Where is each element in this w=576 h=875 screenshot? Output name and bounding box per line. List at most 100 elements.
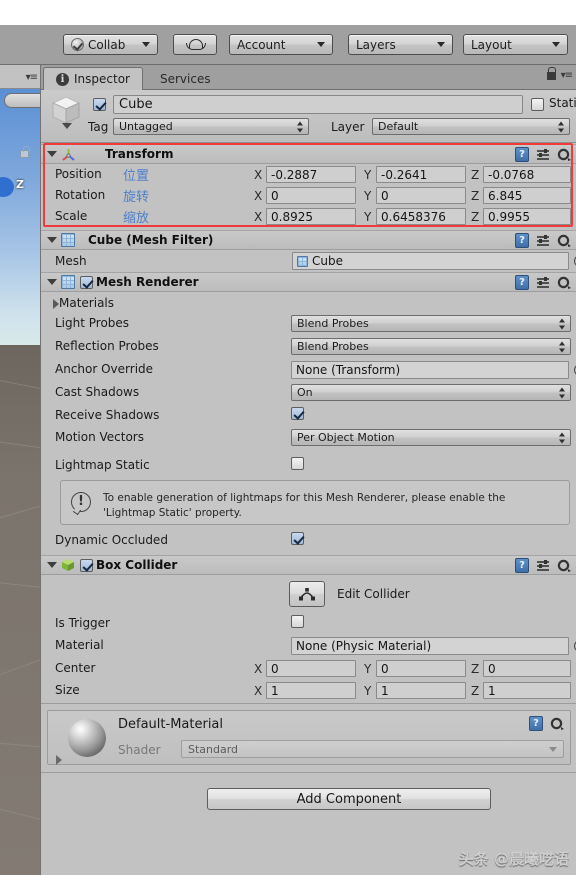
position-y-input[interactable]: -0.2641 — [376, 166, 466, 183]
box-collider-enabled-checkbox[interactable] — [80, 558, 93, 572]
preset-icon[interactable] — [536, 559, 550, 573]
gameobject-name-input[interactable]: Cube — [113, 95, 523, 114]
rotation-y-input[interactable]: 0 — [376, 187, 466, 204]
gameobject-name-value: Cube — [119, 97, 153, 112]
dynamic-occluded-row: Dynamic Occluded — [41, 530, 576, 552]
layout-label: Layout — [471, 37, 512, 52]
layer-dropdown[interactable]: Default — [372, 118, 570, 135]
size-x-input[interactable]: 1 — [266, 682, 356, 699]
collider-size-row: Size X 1 Y 1 Z 1 — [41, 680, 576, 702]
mesh-object-field[interactable]: Cube — [292, 252, 569, 270]
position-x-input[interactable]: -0.2887 — [266, 166, 356, 183]
lock-icon[interactable] — [546, 66, 557, 80]
scale-x-input[interactable]: 0.8925 — [266, 208, 356, 225]
cloud-icon — [186, 39, 206, 50]
collab-button[interactable]: Collab — [63, 34, 158, 55]
scene-toolbar-pill[interactable] — [4, 93, 40, 108]
chevron-down-icon[interactable] — [62, 123, 72, 129]
unity-toolbar: Collab Account Layers Layout — [0, 25, 576, 65]
preset-icon[interactable] — [536, 276, 550, 290]
account-button[interactable]: Account — [229, 34, 333, 55]
updown-arrows-icon — [559, 387, 566, 398]
layers-button[interactable]: Layers — [348, 34, 453, 55]
preset-icon[interactable] — [536, 234, 550, 248]
dynamic-occluded-checkbox[interactable] — [291, 532, 304, 545]
cast-shadows-dropdown[interactable]: On — [291, 384, 571, 401]
tab-inspector[interactable]: i Inspector — [43, 67, 143, 90]
help-icon[interactable]: ? — [529, 716, 543, 731]
cast-shadows-value: On — [297, 386, 313, 399]
rotation-z-input[interactable]: 6.845 — [483, 187, 571, 204]
box-collider-component-header[interactable]: Box Collider ? — [41, 555, 576, 575]
size-z-input[interactable]: 1 — [483, 682, 571, 699]
position-label-zh: 位置 — [123, 169, 150, 184]
help-icon[interactable]: ? — [515, 275, 529, 290]
layout-button[interactable]: Layout — [463, 34, 568, 55]
axis-z-label: Z — [471, 684, 480, 698]
help-icon[interactable]: ? — [515, 233, 529, 248]
axis-x-label: X — [254, 168, 263, 182]
help-icon[interactable]: ? — [515, 147, 529, 162]
gear-icon[interactable] — [557, 276, 571, 290]
edit-collider-label: Edit Collider — [337, 587, 410, 601]
foldout-arrow-icon[interactable] — [47, 237, 57, 243]
cast-shadows-label: Cast Shadows — [55, 385, 140, 399]
axis-y-label: Y — [364, 210, 372, 224]
mesh-renderer-enabled-checkbox[interactable] — [80, 275, 93, 289]
gear-icon[interactable] — [557, 559, 571, 573]
transform-component-header[interactable]: Transform ? — [41, 144, 576, 164]
light-probes-dropdown[interactable]: Blend Probes — [291, 315, 571, 332]
scene-view-sliver[interactable]: ▾≡ Z — [0, 65, 40, 875]
collider-center-row: Center X 0 Y 0 Z 0 — [41, 658, 576, 680]
gameobject-enabled-checkbox[interactable] — [93, 98, 106, 111]
scale-y-input[interactable]: 0.6458376 — [376, 208, 466, 225]
scale-z-input[interactable]: 0.9955 — [483, 208, 571, 225]
rotation-label-zh: 旋转 — [123, 190, 150, 205]
receive-shadows-checkbox[interactable] — [291, 407, 304, 420]
preset-icon[interactable] — [536, 148, 550, 162]
materials-row[interactable]: Materials — [41, 293, 576, 315]
position-z-input[interactable]: -0.0768 — [483, 166, 571, 183]
physic-material-value: None (Physic Material) — [296, 639, 432, 653]
gear-icon[interactable] — [550, 717, 564, 731]
rotation-x-input[interactable]: 0 — [266, 187, 356, 204]
inspector-tabbar-actions: ▾≡ — [546, 66, 573, 81]
center-z-value: 0 — [488, 661, 496, 676]
physic-material-object-field[interactable]: None (Physic Material) — [291, 637, 569, 655]
mesh-filter-component-header[interactable]: Cube (Mesh Filter) ? — [41, 230, 576, 250]
edit-collider-button[interactable] — [289, 581, 325, 607]
is-trigger-checkbox[interactable] — [291, 615, 304, 628]
size-y-input[interactable]: 1 — [376, 682, 466, 699]
tag-dropdown[interactable]: Untagged — [113, 118, 309, 135]
foldout-arrow-icon[interactable] — [56, 755, 62, 765]
center-x-input[interactable]: 0 — [266, 660, 356, 677]
static-checkbox[interactable] — [531, 98, 544, 111]
foldout-arrow-icon[interactable] — [47, 562, 57, 568]
mesh-filter-title: Cube (Mesh Filter) — [88, 233, 214, 247]
updown-arrows-icon — [559, 341, 566, 352]
gear-icon[interactable] — [557, 148, 571, 162]
help-icon[interactable]: ? — [515, 558, 529, 573]
material-preview-block[interactable]: Default-Material Shader Standard ? — [47, 710, 571, 765]
tag-label: Tag — [88, 120, 109, 134]
cloud-button[interactable] — [173, 34, 217, 55]
axis-y-label: Y — [364, 684, 372, 698]
lightmap-static-checkbox[interactable] — [291, 457, 304, 470]
panel-menu-icon[interactable]: ▾≡ — [561, 70, 573, 81]
reflection-probes-dropdown[interactable]: Blend Probes — [291, 338, 571, 355]
mesh-renderer-component-header[interactable]: Mesh Renderer ? — [41, 272, 576, 292]
add-component-button[interactable]: Add Component — [207, 788, 491, 810]
gear-icon[interactable] — [557, 234, 571, 248]
chevron-down-icon — [437, 42, 445, 47]
center-y-input[interactable]: 0 — [376, 660, 466, 677]
foldout-arrow-icon[interactable] — [47, 279, 57, 285]
size-z-value: 1 — [488, 683, 496, 698]
motion-vectors-dropdown[interactable]: Per Object Motion — [291, 429, 571, 446]
center-z-input[interactable]: 0 — [483, 660, 571, 677]
foldout-arrow-icon[interactable] — [47, 151, 57, 157]
panel-menu-icon[interactable]: ▾≡ — [26, 72, 38, 83]
transform-header-icons: ? — [515, 147, 571, 162]
tab-services[interactable]: Services — [148, 67, 223, 90]
anchor-override-object-field[interactable]: None (Transform) — [291, 361, 569, 379]
shader-dropdown[interactable]: Standard — [181, 740, 564, 758]
